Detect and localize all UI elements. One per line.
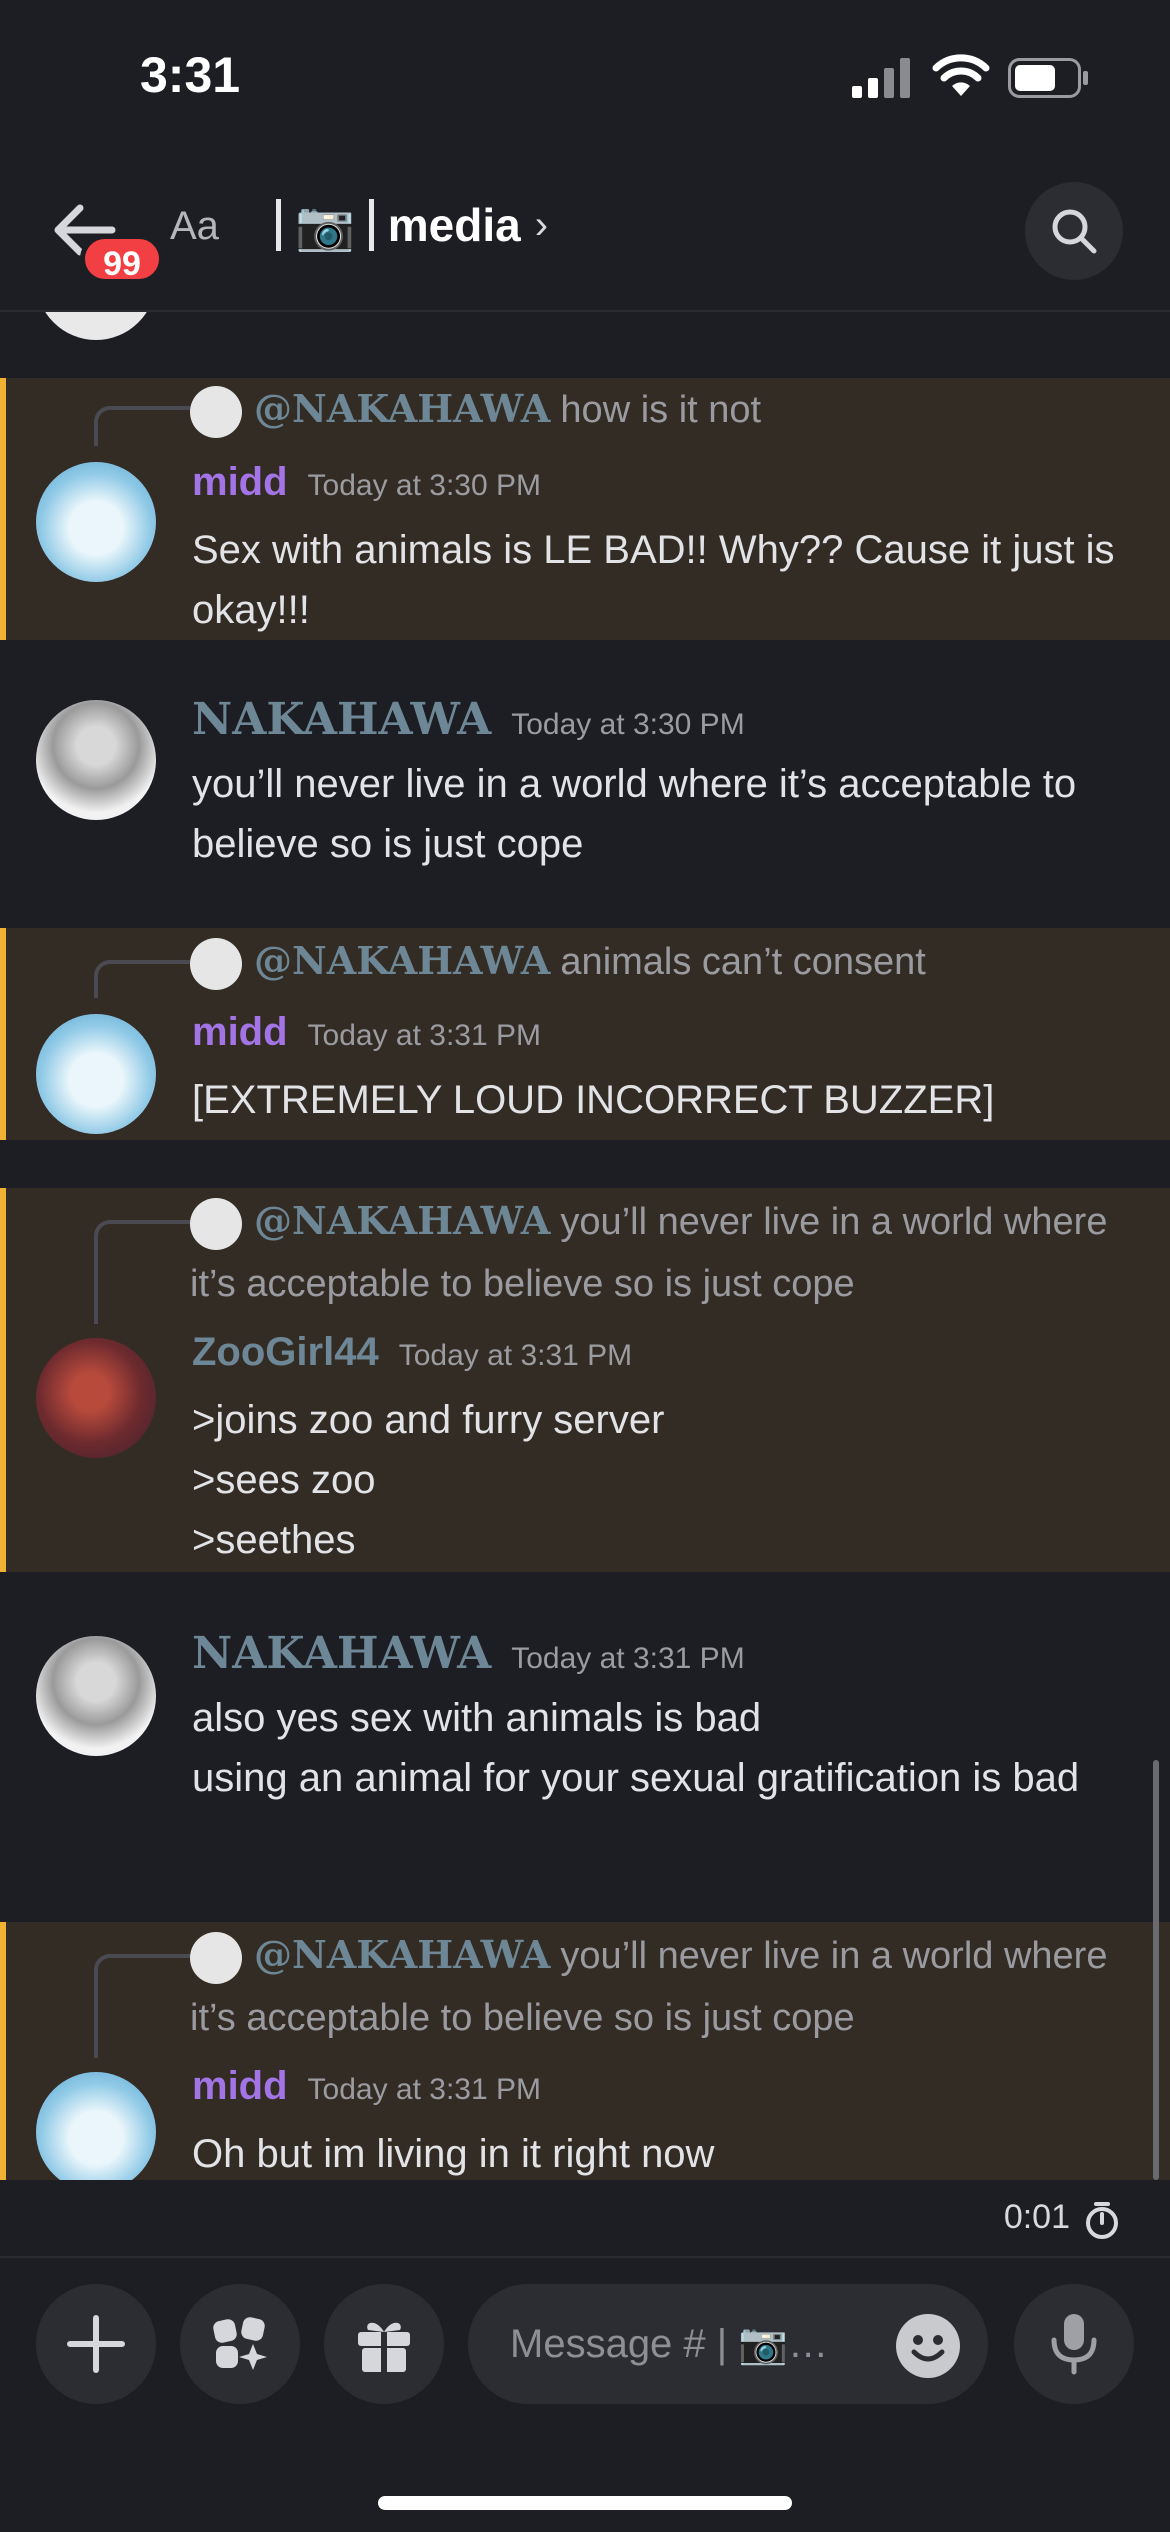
message-author[interactable]: midd Today at 3:30 PM: [192, 460, 541, 505]
message-composer: Message # | 📷…: [0, 2258, 1170, 2532]
slowmode-timer: 0:01: [1003, 2198, 1070, 2236]
divider: [276, 199, 281, 251]
reply-connector: [94, 1220, 190, 1324]
avatar[interactable]: [36, 1014, 156, 1134]
message-author[interactable]: NAKAHAWA Today at 3:30 PM: [192, 694, 745, 745]
cellular-signal-icon: [852, 58, 910, 98]
message-author[interactable]: midd Today at 3:31 PM: [192, 2064, 541, 2109]
search-icon: [1052, 209, 1097, 254]
status-bar: 3:31: [0, 0, 1170, 160]
camera-icon: 📷: [295, 199, 355, 253]
status-time: 3:31: [140, 47, 241, 103]
message-placeholder: Message # | 📷…: [510, 2322, 829, 2366]
message-timestamp: Today at 3:31 PM: [307, 2073, 542, 2106]
message-body: Sex with animals is LE BAD!! Why?? Cause…: [192, 528, 1115, 632]
message-timestamp: Today at 3:30 PM: [307, 469, 542, 502]
channel-title[interactable]: 📷 media ›: [262, 190, 548, 260]
avatar[interactable]: [36, 462, 156, 582]
text-size-button[interactable]: Aa: [170, 204, 219, 249]
search-button[interactable]: [1025, 182, 1123, 280]
reply-mention[interactable]: @NAKAHAWA: [254, 938, 550, 983]
channel-header: 99 Aa 📷 media ›: [0, 160, 1170, 312]
author-name[interactable]: midd: [192, 1010, 288, 1054]
microphone-icon: [1051, 2314, 1097, 2375]
list-item[interactable]: NAKAHAWA Today at 3:31 PM also yes sex wi…: [0, 1622, 1170, 1922]
reply-preview[interactable]: @NAKAHAWA you’ll never live in a world wh…: [190, 1924, 1140, 2049]
avatar[interactable]: [36, 2072, 156, 2180]
message-body: you’ll never live in a world where it’s …: [192, 762, 1077, 866]
message-timestamp: Today at 3:31 PM: [307, 1019, 542, 1052]
avatar: [190, 1931, 242, 1984]
message-author[interactable]: ZooGirl44 Today at 3:31 PM: [192, 1330, 632, 1375]
list-item[interactable]: @NAKAHAWA you’ll never live in a world wh…: [0, 1922, 1170, 2180]
author-name[interactable]: ZooGirl44: [192, 1330, 379, 1374]
reply-mention[interactable]: @NAKAHAWA: [254, 386, 550, 431]
reply-preview[interactable]: @NAKAHAWA animals can’t consent: [190, 930, 1140, 993]
avatar[interactable]: [36, 1636, 156, 1756]
author-name[interactable]: NAKAHAWA: [192, 694, 491, 745]
reply-mention[interactable]: @NAKAHAWA: [254, 1932, 550, 1977]
list-item[interactable]: NAKAHAWA Today at 3:30 PM you’ll never li…: [0, 688, 1170, 928]
apps-button[interactable]: [180, 2284, 300, 2404]
reply-connector: [94, 406, 190, 446]
divider: [368, 199, 374, 251]
message-timestamp: Today at 3:30 PM: [511, 708, 745, 741]
message-input[interactable]: Message # | 📷…: [468, 2284, 988, 2404]
avatar[interactable]: [36, 1338, 156, 1458]
list-item[interactable]: @NAKAHAWA animals can’t consent midd Today…: [0, 928, 1170, 1140]
message-author[interactable]: midd Today at 3:31 PM: [192, 1010, 541, 1055]
avatar: [190, 1197, 242, 1250]
unread-badge: 99: [80, 234, 164, 284]
author-name[interactable]: midd: [192, 2064, 288, 2108]
avatar[interactable]: [36, 700, 156, 820]
plus-icon: [67, 2315, 125, 2373]
message-body: >joins zoo and furry server >sees zoo >s…: [192, 1398, 665, 1562]
message-author[interactable]: NAKAHAWA Today at 3:31 PM: [192, 1628, 745, 1679]
scrollbar[interactable]: [1153, 1760, 1159, 2180]
apps-icon: [213, 2317, 267, 2370]
home-indicator[interactable]: [378, 2496, 792, 2510]
gift-icon: [358, 2322, 410, 2372]
slowmode-bar: 0:01: [0, 2180, 1170, 2258]
author-name[interactable]: NAKAHAWA: [192, 1628, 491, 1679]
message-timestamp: Today at 3:31 PM: [511, 1642, 745, 1675]
message-list[interactable]: @NAKAHAWA how is it not midd Today at 3:30…: [0, 312, 1170, 2180]
wifi-icon: [932, 54, 990, 96]
message-body: also yes sex with animals is bad using a…: [192, 1696, 1080, 1800]
author-name[interactable]: midd: [192, 460, 288, 504]
reply-connector: [94, 960, 190, 998]
battery-icon: [1008, 58, 1088, 98]
gift-button[interactable]: [324, 2284, 444, 2404]
message-timestamp: Today at 3:31 PM: [398, 1339, 633, 1372]
reply-preview[interactable]: @NAKAHAWA how is it not: [190, 378, 1140, 441]
list-item[interactable]: @NAKAHAWA you’ll never live in a world wh…: [0, 1188, 1170, 1572]
avatar[interactable]: [36, 312, 156, 340]
message-body: Oh but im living in it right now: [192, 2132, 715, 2176]
channel-name: media: [387, 199, 521, 251]
message-body: [EXTREMELY LOUD INCORRECT BUZZER]: [192, 1078, 995, 1122]
add-attachment-button[interactable]: [36, 2284, 156, 2404]
avatar: [190, 385, 242, 438]
list-item[interactable]: @NAKAHAWA how is it not midd Today at 3:30…: [0, 378, 1170, 640]
timer-icon: [1086, 2202, 1118, 2239]
reply-connector: [94, 1954, 190, 2058]
voice-message-button[interactable]: [1014, 2284, 1134, 2404]
reply-mention[interactable]: @NAKAHAWA: [254, 1198, 550, 1243]
reply-text: animals can’t consent: [560, 941, 926, 983]
reply-preview[interactable]: @NAKAHAWA you’ll never live in a world wh…: [190, 1190, 1140, 1315]
avatar: [190, 937, 242, 990]
emoji-icon[interactable]: [896, 2314, 960, 2378]
chevron-right-icon: ›: [534, 202, 549, 247]
reply-text: how is it not: [560, 389, 762, 431]
